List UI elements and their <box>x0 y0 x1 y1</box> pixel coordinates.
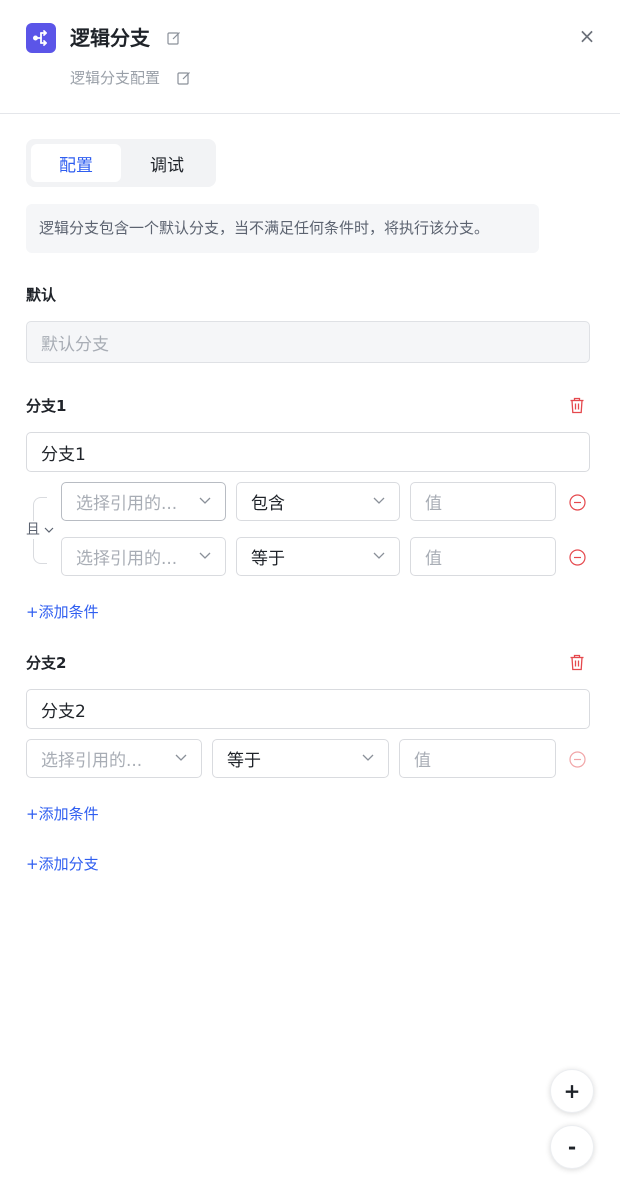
zoom-in-button[interactable]: + <box>550 1069 594 1113</box>
remove-condition-icon[interactable] <box>568 750 586 768</box>
zoom-out-button[interactable]: - <box>550 1125 594 1169</box>
remove-condition-icon[interactable] <box>568 548 586 566</box>
field-placeholder: 选择引用的... <box>76 494 178 514</box>
condition-field-select[interactable]: 选择引用的... <box>61 482 226 521</box>
branch2-add-condition-link[interactable]: +添加条件 <box>26 804 99 824</box>
operator-value: 等于 <box>227 751 261 771</box>
condition-value-input[interactable]: 值 <box>410 537 556 576</box>
branch1-label: 分支1 <box>26 397 67 415</box>
condition-operator-select[interactable]: 包含 <box>236 482 400 521</box>
chevron-down-icon <box>44 527 54 533</box>
condition-value-input[interactable]: 值 <box>399 739 556 778</box>
tab-debug[interactable]: 调试 <box>126 144 208 182</box>
condition-operator-select[interactable]: 等于 <box>212 739 389 778</box>
chevron-down-icon <box>362 754 374 761</box>
chevron-down-icon <box>175 754 187 761</box>
operator-value: 等于 <box>251 549 285 569</box>
add-branch-link[interactable]: +添加分支 <box>26 854 99 874</box>
branch-node-icon <box>26 23 56 53</box>
chevron-down-icon <box>199 552 211 559</box>
tab-bar: 配置 调试 <box>26 139 216 187</box>
condition-field-select[interactable]: 选择引用的... <box>26 739 202 778</box>
default-branch-input: 默认分支 <box>26 321 590 363</box>
branch1-delete-icon[interactable] <box>568 396 586 414</box>
minus-icon: - <box>567 1135 577 1159</box>
close-button[interactable]: × <box>576 24 598 48</box>
plus-icon: + <box>563 1079 581 1103</box>
branch2-name-input[interactable]: 分支2 <box>26 689 590 729</box>
branch1-add-condition-link[interactable]: +添加条件 <box>26 602 99 622</box>
condition-operator-select[interactable]: 等于 <box>236 537 400 576</box>
page-title: 逻辑分支 <box>70 26 150 50</box>
logic-operator-label: 且 <box>26 522 40 538</box>
tab-config[interactable]: 配置 <box>31 144 121 182</box>
chevron-down-icon <box>373 497 385 504</box>
operator-value: 包含 <box>251 494 285 514</box>
field-placeholder: 选择引用的... <box>76 549 178 569</box>
edit-subtitle-icon[interactable] <box>176 70 192 86</box>
branch2-label: 分支2 <box>26 654 67 672</box>
close-icon: × <box>578 24 596 48</box>
default-branch-label: 默认 <box>26 286 57 304</box>
condition-value-input[interactable]: 值 <box>410 482 556 521</box>
header-divider <box>0 113 620 114</box>
chevron-down-icon <box>373 552 385 559</box>
remove-condition-icon[interactable] <box>568 493 586 511</box>
edit-title-icon[interactable] <box>166 30 182 46</box>
info-banner: 逻辑分支包含一个默认分支，当不满足任何条件时，将执行该分支。 <box>26 204 539 253</box>
condition-field-select[interactable]: 选择引用的... <box>61 537 226 576</box>
branch1-name-input[interactable]: 分支1 <box>26 432 590 472</box>
page-subtitle: 逻辑分支配置 <box>70 69 161 87</box>
chevron-down-icon <box>199 497 211 504</box>
branch2-delete-icon[interactable] <box>568 653 586 671</box>
field-placeholder: 选择引用的... <box>41 751 143 771</box>
logic-operator-select[interactable]: 且 <box>26 521 56 539</box>
